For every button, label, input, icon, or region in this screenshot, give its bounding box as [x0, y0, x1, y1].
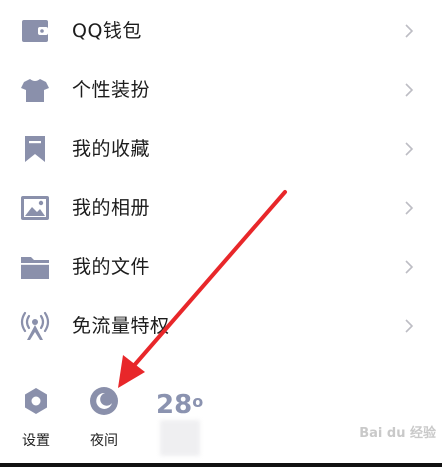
chevron-right-icon — [402, 23, 416, 39]
signal-tower-icon — [20, 311, 50, 341]
chevron-right-icon — [402, 141, 416, 157]
menu-item-label: 我的相册 — [72, 197, 151, 219]
menu-item-my-album[interactable]: 我的相册 — [0, 179, 442, 237]
photo-icon — [20, 193, 50, 223]
menu-item-personal-dress-up[interactable]: 个性装扮 — [0, 61, 442, 119]
tshirt-icon — [20, 75, 50, 105]
moon-icon — [89, 386, 119, 416]
chevron-right-icon — [402, 318, 416, 334]
night-mode-button[interactable]: 夜间 — [79, 386, 129, 450]
settings-hexagon-icon — [21, 386, 51, 416]
menu-item-data-free-privilege[interactable]: 免流量特权 — [0, 297, 442, 355]
settings-label: 设置 — [22, 433, 50, 449]
watermark-logo: Bai du 经验 — [359, 426, 436, 441]
menu-item-label: 我的文件 — [72, 256, 151, 278]
menu-item-label: QQ钱包 — [72, 20, 142, 42]
menu-item-my-files[interactable]: 我的文件 — [0, 238, 442, 296]
bottom-bar: 设置 夜间 28o — [0, 380, 442, 460]
chevron-right-icon — [402, 200, 416, 216]
bottom-divider — [0, 463, 442, 467]
night-mode-label: 夜间 — [90, 433, 118, 449]
menu-item-qq-wallet[interactable]: QQ钱包 — [0, 2, 442, 60]
wallet-icon — [20, 16, 50, 46]
bookmark-icon — [20, 134, 50, 164]
chevron-right-icon — [402, 259, 416, 275]
menu-item-label: 我的收藏 — [72, 138, 151, 160]
menu-item-my-favorites[interactable]: 我的收藏 — [0, 120, 442, 178]
degree-symbol: o — [192, 392, 204, 411]
settings-button[interactable]: 设置 — [11, 386, 61, 450]
folder-icon — [20, 252, 50, 282]
menu-item-label: 免流量特权 — [72, 315, 170, 337]
blurred-weather-area — [160, 420, 200, 456]
weather-temperature: 28o — [156, 390, 203, 420]
menu-item-label: 个性装扮 — [72, 79, 151, 101]
temperature-value: 28 — [156, 390, 193, 420]
chevron-right-icon — [402, 82, 416, 98]
